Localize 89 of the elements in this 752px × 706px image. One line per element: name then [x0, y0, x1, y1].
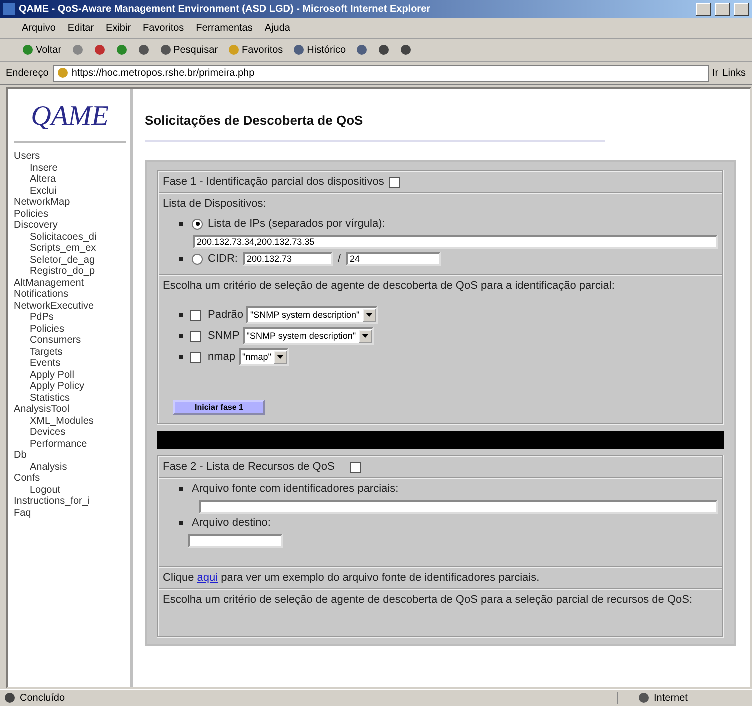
sidebar-link[interactable]: NetworkExecutive [14, 300, 126, 312]
sidebar-link[interactable]: Performance [14, 438, 126, 450]
menu-item[interactable]: Exibir [106, 22, 132, 34]
sidebar-link[interactable]: Analysis [14, 462, 126, 473]
field-label: Arquivo fonte com identificadores parciais: [192, 483, 399, 495]
input-field[interactable] [199, 500, 718, 514]
maximize-button[interactable] [715, 2, 730, 16]
phase-title: Fase 2 - Lista de Recursos de QoS [163, 461, 335, 473]
sidebar-link[interactable]: Statistics [14, 392, 126, 404]
checkbox[interactable] [190, 310, 201, 320]
sidebar-link[interactable]: Db [14, 450, 126, 462]
radio-button[interactable] [192, 218, 203, 230]
caret-icon [366, 313, 373, 317]
sidebar-link[interactable]: Policies [14, 208, 126, 220]
sidebar-link[interactable]: Apply Poll [14, 370, 126, 381]
sidebar-link[interactable]: Solicitacoes_di [14, 232, 126, 243]
sidebar-link[interactable]: XML_Modules [14, 416, 126, 427]
menu-item[interactable]: Ajuda [264, 22, 290, 34]
status-text: Concluído [20, 692, 66, 704]
option-label: nmap [208, 351, 236, 363]
section-label: Lista de Dispositivos: [163, 198, 266, 210]
checkbox[interactable] [389, 176, 400, 188]
sidebar-link[interactable]: Targets [14, 346, 126, 358]
caret-icon [277, 355, 284, 359]
sidebar-link[interactable]: Devices [14, 427, 126, 438]
checkbox[interactable] [190, 330, 201, 342]
sidebar-link[interactable]: Instructions_for_i [14, 496, 126, 508]
toolbar-button[interactable]: Pesquisar [160, 44, 218, 56]
toolbar-button[interactable]: Favoritos [228, 44, 284, 56]
checkbox[interactable] [190, 352, 201, 362]
sidebar-link[interactable]: Scripts_em_ex [14, 243, 126, 254]
sidebar-link[interactable]: Users [14, 151, 126, 162]
browser-icon [3, 3, 15, 15]
input-field[interactable]: 200.132.73.34,200.132.73.35 [193, 235, 718, 249]
address-label: Endereço [6, 68, 49, 78]
sidebar-link[interactable]: Logout [14, 484, 126, 496]
caret-icon [362, 334, 370, 338]
sidebar-link[interactable]: Apply Policy [14, 381, 126, 392]
menu-item[interactable]: Editar [68, 22, 94, 34]
address-field[interactable]: https://hoc.metropos.rshe.br/primeira.php [52, 64, 709, 82]
input-field[interactable]: 200.132.73 [242, 252, 333, 266]
sidebar-link[interactable]: Exclui [14, 186, 126, 197]
option-label: Padrão [208, 309, 244, 321]
field-label: Arquivo destino: [192, 517, 271, 529]
links-button[interactable]: Links [722, 68, 746, 78]
sidebar-link[interactable]: Events [14, 358, 126, 370]
sidebar-link[interactable]: Policies [14, 324, 126, 335]
sidebar-link[interactable]: AnalysisTool [14, 404, 126, 416]
input-field[interactable]: 24 [346, 252, 442, 266]
option-label: Lista de IPs (separados por vírgula): [208, 218, 386, 230]
radio-button[interactable] [192, 254, 203, 264]
zone-indicator: Internet [617, 692, 748, 704]
sidebar-link[interactable]: Faq [14, 508, 126, 519]
dropdown[interactable]: "SNMP system description" [246, 306, 378, 324]
sidebar-link[interactable]: PdPs [14, 312, 126, 324]
input-field[interactable] [188, 534, 283, 548]
checkbox[interactable] [350, 462, 361, 472]
sidebar-link[interactable]: Registro_do_p [14, 266, 126, 278]
menu-item[interactable]: Arquivo [22, 22, 56, 34]
go-button[interactable]: Ir [712, 68, 719, 78]
sidebar-link[interactable]: Discovery [14, 220, 126, 232]
sidebar-link[interactable]: Altera [14, 174, 126, 186]
section-label: Escolha um critério de seleção de agente de descoberta de QoS para a seleção parcial de recursos de QoS: [163, 594, 693, 606]
toolbar-button[interactable]: Histórico [293, 44, 346, 56]
section-label: Escolha um critério de seleção de agente de descoberta de QoS para a identificação parcial: [163, 280, 615, 292]
dropdown[interactable]: "SNMP system description" [242, 327, 374, 345]
option-label: CIDR: [208, 253, 238, 265]
sidebar-link[interactable]: AltManagement [14, 278, 126, 289]
example-link[interactable]: aqui [197, 572, 218, 584]
dropdown[interactable]: "nmap" [238, 348, 290, 366]
window-title: QAME - QoS-Aware Management Environment (ASD LGD) - Microsoft Internet Explorer [19, 4, 432, 14]
hint-text: Clique aqui para ver um exemplo do arquivo fonte de identificadores parciais. [163, 572, 540, 584]
sidebar-link[interactable]: Notifications [14, 289, 126, 300]
menu-item[interactable]: Favoritos [143, 22, 184, 34]
logo: QAME [14, 97, 126, 143]
phase-title: Fase 1 - Identificação parcial dos dispositivos [163, 176, 384, 188]
sidebar-link[interactable]: Consumers [14, 335, 126, 346]
page-title: Solicitações de Descoberta de QoS [145, 103, 605, 142]
minimize-button[interactable] [696, 2, 711, 16]
close-button[interactable] [734, 2, 749, 16]
option-label: SNMP [208, 330, 240, 342]
separator: / [338, 253, 342, 265]
toolbar-button[interactable]: Voltar [22, 44, 62, 56]
sidebar-link[interactable]: NetworkMap [14, 197, 126, 208]
start-button[interactable]: Iniciar fase 1 [173, 400, 266, 415]
menu-item[interactable]: Ferramentas [196, 22, 253, 34]
sidebar-link[interactable]: Confs [14, 473, 126, 484]
sidebar-link[interactable]: Insere [14, 162, 126, 174]
sidebar-link[interactable]: Seletor_de_ag [14, 254, 126, 266]
